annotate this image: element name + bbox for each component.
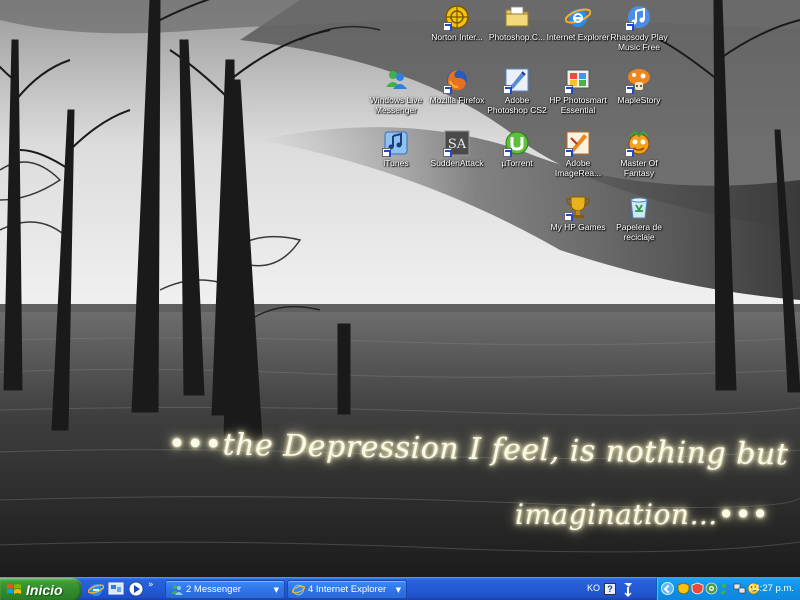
utorrent-icon <box>503 130 530 157</box>
desktop-icon-my-hp-games[interactable]: My HP Games <box>545 194 611 232</box>
system-tray: 04:27 p.m. <box>656 578 800 600</box>
taskbar: Inicio » 2 Messenger ▼ 4 Internet Explor… <box>0 577 800 600</box>
desktop-icon-master-of-fantasy[interactable]: Master Of Fantasy <box>606 130 672 178</box>
desktop-icon-adobe-imageready[interactable]: Adobe ImageRea... <box>545 130 611 178</box>
icon-label: Rhapsody Play Music Free <box>610 32 668 52</box>
firefox-icon <box>443 67 470 94</box>
icon-label: Papelera de reciclaje <box>616 222 662 242</box>
master-of-fantasy-icon <box>625 130 652 157</box>
clock[interactable]: 04:27 p.m. <box>749 583 794 594</box>
shield-tray-icon[interactable] <box>691 582 704 595</box>
icon-label: SuddenAttack <box>430 158 484 168</box>
icon-label: Photoshop.C... <box>488 32 546 42</box>
windows-logo-icon <box>7 583 21 594</box>
suddenattack-icon: SA <box>443 130 470 157</box>
internet-explorer-icon <box>565 4 591 30</box>
internet-explorer-icon <box>292 583 305 596</box>
quick-launch-internet-explorer-icon[interactable] <box>88 581 104 597</box>
photoshop-icon <box>503 67 530 94</box>
start-button[interactable]: Inicio <box>0 578 82 600</box>
messenger-icon <box>170 583 183 596</box>
imageready-icon <box>564 130 591 157</box>
desktop-icon-mozilla-firefox[interactable]: Mozilla Firefox <box>424 67 490 105</box>
network-tray-icon[interactable] <box>705 582 718 595</box>
caret-down-icon: ▼ <box>273 585 279 594</box>
messenger-icon <box>383 67 409 93</box>
desktop-icon-adobe-photoshop-cs2[interactable]: Adobe Photoshop CS2 <box>484 67 550 115</box>
desktop-icon-itunes[interactable]: iTunes <box>363 130 429 168</box>
caret-down-icon: ▼ <box>395 585 401 594</box>
icon-label: Adobe ImageRea... <box>554 158 602 178</box>
hp-games-icon <box>564 194 591 221</box>
quick-launch-show-desktop-icon[interactable] <box>108 581 124 597</box>
maplestory-icon <box>625 67 652 94</box>
desktop-icon-utorrent[interactable]: µTorrent <box>484 130 550 168</box>
icon-label: Master Of Fantasy <box>620 158 658 178</box>
desktop-icon-maplestory[interactable]: MapleStory <box>606 67 672 105</box>
icon-label: Adobe Photoshop CS2 <box>487 95 547 115</box>
desktop-icon-internet-explorer[interactable]: Internet Explorer <box>545 4 611 42</box>
task-label: 2 Messenger <box>186 584 241 595</box>
icon-label: MapleStory <box>617 95 661 105</box>
help-icon[interactable]: ? <box>604 583 616 595</box>
folder-icon <box>504 4 530 30</box>
desktop-icon-hp-photosmart[interactable]: HP Photosmart Essential <box>545 67 611 115</box>
desktop-icon-recycle-bin[interactable]: Papelera de reciclaje <box>606 194 672 242</box>
language-bar-icon[interactable] <box>621 581 635 597</box>
wallpaper-quote-line-2: imagination…••• <box>515 498 769 531</box>
icon-label: µTorrent <box>501 158 533 168</box>
task-label: 4 Internet Explorer <box>308 584 387 595</box>
show-hidden-icons-button[interactable] <box>661 582 674 595</box>
icon-label: HP Photosmart Essential <box>549 95 607 115</box>
norton-tray-icon[interactable] <box>677 582 690 595</box>
start-label: Inicio <box>26 581 63 598</box>
norton-icon <box>443 4 470 31</box>
taskbar-group-internet-explorer[interactable]: 4 Internet Explorer ▼ <box>287 580 407 599</box>
rhapsody-icon <box>625 4 652 31</box>
icon-label: My HP Games <box>550 222 606 232</box>
language-indicator[interactable]: KO <box>587 583 600 593</box>
connection-tray-icon[interactable] <box>733 582 746 595</box>
desktop-icon-suddenattack[interactable]: SA SuddenAttack <box>424 130 490 168</box>
quick-launch-media-player-icon[interactable] <box>128 581 144 597</box>
messenger-tray-icon[interactable] <box>719 582 732 595</box>
desktop-icon-rhapsody[interactable]: Rhapsody Play Music Free <box>606 4 672 52</box>
quick-launch <box>88 581 144 598</box>
icon-label: Internet Explorer <box>546 32 610 42</box>
hp-photosmart-icon <box>564 67 591 94</box>
taskbar-group-messenger[interactable]: 2 Messenger ▼ <box>165 580 285 599</box>
desktop-icon-photoshop-folder[interactable]: Photoshop.C... <box>484 4 550 42</box>
itunes-icon <box>382 130 409 157</box>
icon-label: iTunes <box>383 158 409 168</box>
icon-label: Mozilla Firefox <box>429 95 485 105</box>
icon-label: Norton Inter... <box>431 32 483 42</box>
icon-label: Windows Live Messenger <box>369 95 423 115</box>
quick-launch-chevron[interactable]: » <box>148 580 154 590</box>
desktop-icon-norton[interactable]: Norton Inter... <box>424 4 490 42</box>
desktop-icon-windows-live-messenger[interactable]: Windows Live Messenger <box>363 67 429 115</box>
recycle-bin-icon <box>626 194 652 220</box>
